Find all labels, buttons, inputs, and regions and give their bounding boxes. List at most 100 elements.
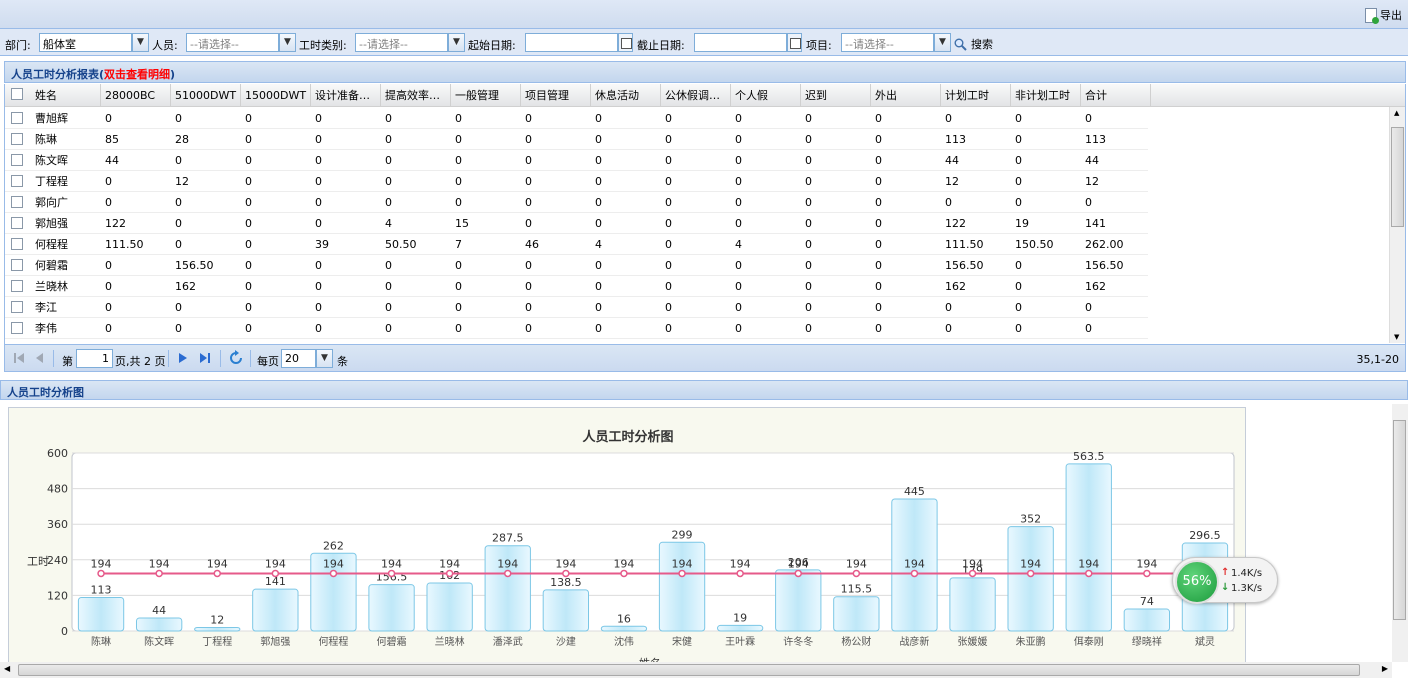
department-dropdown-icon[interactable]: ▼ xyxy=(132,33,149,52)
table-cell: 0 xyxy=(945,322,952,335)
grid-title-close: ) xyxy=(170,68,176,81)
table-cell: 12 xyxy=(945,175,959,188)
export-button[interactable]: 导出 xyxy=(1365,7,1402,24)
per-page-dropdown-icon[interactable]: ▼ xyxy=(316,349,333,368)
column-header[interactable]: 设计准备… xyxy=(311,84,381,107)
chart-scroll-thumb[interactable] xyxy=(1393,420,1406,620)
table-cell: 0 xyxy=(455,196,462,209)
search-icon xyxy=(954,38,967,51)
table-cell: 0 xyxy=(595,133,602,146)
table-cell: 0 xyxy=(735,112,742,125)
line-value-label: 194 xyxy=(730,557,751,570)
end-date-input[interactable] xyxy=(694,33,787,52)
column-header[interactable]: 姓名 xyxy=(31,84,101,107)
row-checkbox[interactable] xyxy=(11,112,23,124)
table-row[interactable]: 何碧霜 0 156.50 0 0 0 0 0 0 0 0 0 0 156.50 0 156.50 xyxy=(5,255,1148,276)
column-header[interactable]: 51000DWT xyxy=(171,84,241,107)
column-header[interactable]: 计划工时 xyxy=(941,84,1011,107)
network-speed-widget[interactable]: 56% ↑ 1.4K/s ↓ 1.3K/s xyxy=(1172,557,1278,604)
row-checkbox[interactable] xyxy=(11,301,23,313)
project-dropdown-icon[interactable]: ▼ xyxy=(934,33,951,52)
grid-scroll-thumb[interactable] xyxy=(1391,127,1404,227)
table-row[interactable]: 曹旭辉 0 0 0 0 0 0 0 0 0 0 0 0 0 0 0 xyxy=(5,108,1148,129)
bar-value-label: 445 xyxy=(904,485,925,498)
department-select[interactable]: 船体室 xyxy=(39,33,132,52)
line-value-label: 194 xyxy=(788,557,809,570)
table-cell: 0 xyxy=(175,217,182,230)
refresh-icon[interactable] xyxy=(228,350,244,366)
start-date-input[interactable] xyxy=(525,33,618,52)
table-row[interactable]: 郭向广 0 0 0 0 0 0 0 0 0 0 0 0 0 0 0 xyxy=(5,192,1148,213)
last-page-icon[interactable] xyxy=(199,352,211,364)
column-header[interactable]: 外出 xyxy=(871,84,941,107)
search-button[interactable]: 搜索 xyxy=(954,36,993,52)
row-checkbox[interactable] xyxy=(11,238,23,250)
column-header[interactable]: 15000DWT xyxy=(241,84,311,107)
table-cell: 0 xyxy=(315,175,322,188)
x-tick-label: 丁程程 xyxy=(202,636,232,648)
grid-vertical-scrollbar[interactable]: ▲ ▼ xyxy=(1389,107,1405,343)
table-cell: 0 xyxy=(455,301,462,314)
hour-type-select[interactable]: --请选择-- xyxy=(355,33,448,52)
table-cell: 156.50 xyxy=(945,259,984,272)
column-header[interactable]: 项目管理 xyxy=(521,84,591,107)
table-row[interactable]: 陈文晖 44 0 0 0 0 0 0 0 0 0 0 0 44 0 44 xyxy=(5,150,1148,171)
scroll-up-arrow[interactable]: ▲ xyxy=(1394,109,1399,117)
project-select[interactable]: --请选择-- xyxy=(841,33,934,52)
person-select[interactable]: --请选择-- xyxy=(186,33,279,52)
hour-type-dropdown-icon[interactable]: ▼ xyxy=(448,33,465,52)
row-checkbox[interactable] xyxy=(11,175,23,187)
column-header[interactable]: 公休假调… xyxy=(661,84,731,107)
table-cell: 0 xyxy=(455,322,462,335)
chart-vertical-scrollbar[interactable] xyxy=(1392,404,1408,662)
chart-horizontal-scrollbar[interactable]: ◀ ▶ xyxy=(0,662,1392,678)
table-cell: 4 xyxy=(385,217,392,230)
prev-page-icon[interactable] xyxy=(35,352,45,364)
column-header[interactable]: 休息活动 xyxy=(591,84,661,107)
table-cell: 0 xyxy=(875,196,882,209)
column-header[interactable]: 合计 xyxy=(1081,84,1151,107)
row-checkbox[interactable] xyxy=(11,259,23,271)
table-cell: 0 xyxy=(1085,322,1092,335)
table-cell: 曹旭辉 xyxy=(35,112,68,125)
table-row[interactable]: 陈琳 85 28 0 0 0 0 0 0 0 0 0 0 113 0 113 xyxy=(5,129,1148,150)
page-number-input[interactable]: 1 xyxy=(76,349,113,368)
table-row[interactable]: 丁程程 0 12 0 0 0 0 0 0 0 0 0 0 12 0 12 xyxy=(5,171,1148,192)
per-page-select[interactable]: 20 xyxy=(281,349,316,368)
end-date-calendar-icon[interactable] xyxy=(787,33,802,52)
column-header[interactable]: 迟到 xyxy=(801,84,871,107)
scroll-left-arrow[interactable]: ◀ xyxy=(4,664,10,673)
line-value-label: 194 xyxy=(672,557,693,570)
start-date-label: 起始日期: xyxy=(468,39,516,52)
column-header[interactable]: 28000BC xyxy=(101,84,171,107)
scroll-down-arrow[interactable]: ▼ xyxy=(1394,333,1399,341)
column-header[interactable]: 一般管理 xyxy=(451,84,521,107)
column-header[interactable]: 提高效率… xyxy=(381,84,451,107)
column-header[interactable]: 非计划工时 xyxy=(1011,84,1081,107)
chart-hscroll-thumb[interactable] xyxy=(18,664,1360,676)
table-row[interactable]: 何程程 111.50 0 0 39 50.50 7 46 4 0 4 0 0 111.50 150.50 26… xyxy=(5,234,1148,255)
x-tick-label: 佴泰刚 xyxy=(1074,635,1104,648)
row-checkbox[interactable] xyxy=(11,196,23,208)
per-page-unit: 条 xyxy=(337,355,348,368)
row-checkbox[interactable] xyxy=(11,322,23,334)
table-row[interactable]: 李江 0 0 0 0 0 0 0 0 0 0 0 0 0 0 0 xyxy=(5,297,1148,318)
person-dropdown-icon[interactable]: ▼ xyxy=(279,33,296,52)
select-all-checkbox[interactable] xyxy=(11,88,23,100)
row-checkbox[interactable] xyxy=(11,217,23,229)
x-tick-label: 沈伟 xyxy=(614,635,634,648)
table-cell: 0 xyxy=(245,133,252,146)
chart-bar xyxy=(833,596,880,632)
row-checkbox[interactable] xyxy=(11,154,23,166)
first-page-icon[interactable] xyxy=(13,352,25,364)
row-checkbox[interactable] xyxy=(11,280,23,292)
table-cell: 0 xyxy=(805,112,812,125)
next-page-icon[interactable] xyxy=(178,352,188,364)
table-row[interactable]: 兰晓林 0 162 0 0 0 0 0 0 0 0 0 0 162 0 162 xyxy=(5,276,1148,297)
row-checkbox[interactable] xyxy=(11,133,23,145)
table-row[interactable]: 郭旭强 122 0 0 0 4 15 0 0 0 0 0 0 122 19 141 xyxy=(5,213,1148,234)
start-date-calendar-icon[interactable] xyxy=(618,33,633,52)
table-row[interactable]: 李伟 0 0 0 0 0 0 0 0 0 0 0 0 0 0 0 xyxy=(5,318,1148,339)
column-header[interactable]: 个人假 xyxy=(731,84,801,107)
scroll-right-arrow[interactable]: ▶ xyxy=(1382,664,1388,673)
